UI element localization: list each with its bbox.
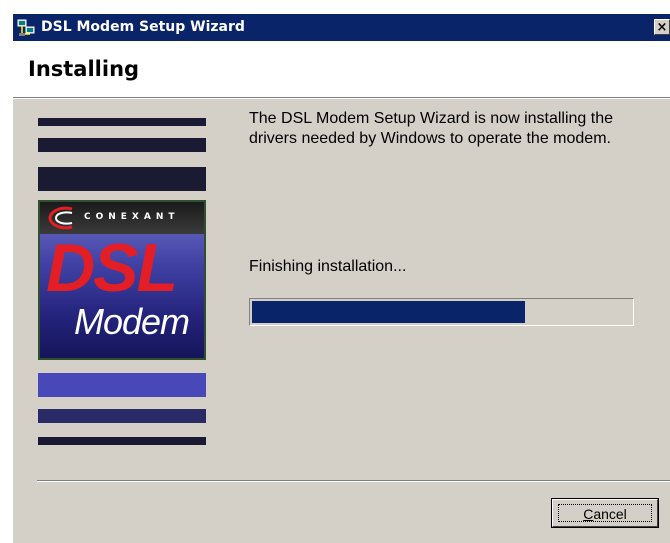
description-text: The DSL Modem Setup Wizard is now instal… bbox=[249, 110, 614, 147]
close-icon: × bbox=[656, 20, 668, 35]
decor-stripe bbox=[38, 409, 206, 423]
status-text: Finishing installation... bbox=[249, 258, 407, 275]
window-title: DSL Modem Setup Wizard bbox=[41, 19, 245, 35]
cancel-accelerator: C bbox=[583, 506, 594, 522]
logo-brand: CONEXANT bbox=[84, 212, 180, 222]
cancel-label-rest: ancel bbox=[593, 506, 627, 522]
logo-product-dsl: DSL bbox=[46, 230, 178, 306]
progress-fill bbox=[252, 301, 525, 323]
cancel-button-focus: Cancel bbox=[558, 504, 652, 522]
progress-bar bbox=[249, 298, 634, 326]
header-divider bbox=[13, 98, 670, 99]
cancel-button[interactable]: Cancel bbox=[552, 499, 658, 527]
decor-stripe bbox=[38, 138, 206, 152]
decor-stripe bbox=[38, 437, 206, 445]
page-title: Installing bbox=[28, 57, 140, 81]
close-button[interactable]: × bbox=[654, 19, 670, 35]
wizard-header: Installing bbox=[13, 41, 670, 98]
conexant-swoosh-icon bbox=[48, 206, 73, 230]
logo-product-modem: Modem bbox=[74, 301, 190, 342]
dsl-modem-logo: CONEXANT DSL Modem bbox=[38, 200, 206, 360]
network-computers-icon bbox=[17, 19, 35, 36]
decor-stripe bbox=[38, 167, 206, 191]
decor-stripe bbox=[38, 373, 206, 397]
title-bar[interactable]: DSL Modem Setup Wizard × bbox=[13, 14, 670, 41]
footer-divider bbox=[37, 480, 670, 482]
setup-wizard-window: DSL Modem Setup Wizard × Installing CONE… bbox=[12, 14, 670, 543]
decor-stripe bbox=[38, 118, 206, 126]
